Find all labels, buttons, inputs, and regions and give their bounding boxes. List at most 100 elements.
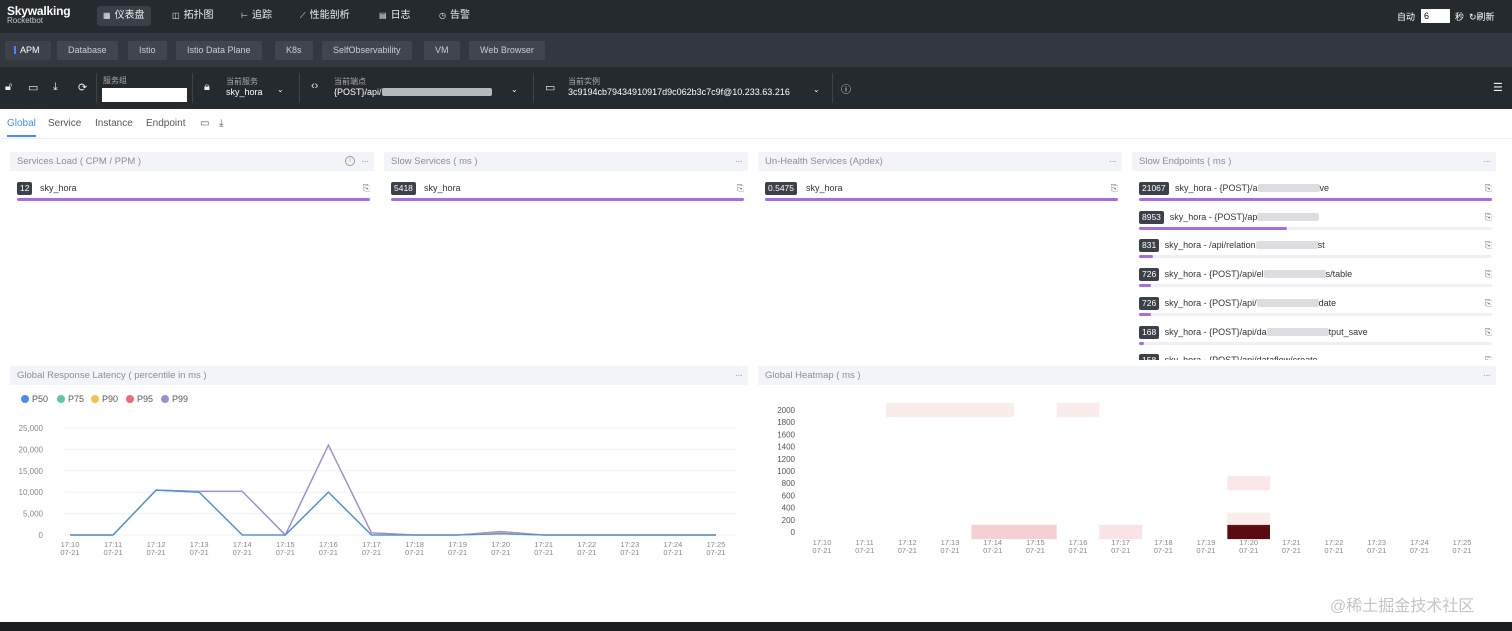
- x-tick-label: 07-21: [1282, 546, 1301, 555]
- log-icon: ▤: [379, 11, 387, 20]
- info-icon[interactable]: ⓘ: [841, 81, 851, 96]
- endpoint-name[interactable]: sky_hora - {POST}/api/el s/table: [1165, 268, 1353, 281]
- more-icon[interactable]: ···: [1483, 366, 1491, 385]
- x-tick-label: 07-21: [706, 548, 725, 557]
- y-tick-label: 600: [782, 491, 796, 500]
- current-instance-value[interactable]: 3c9194cb79434910917d9c062b3c7c9f@10.233.…: [568, 87, 790, 97]
- nav-item-log[interactable]: ▤ 日志: [373, 6, 417, 26]
- endpoint-code-icon: ‹›: [311, 80, 319, 92]
- redacted-mask: [1257, 184, 1320, 192]
- nav-item-topology[interactable]: ◫ 拓扑图: [166, 6, 220, 26]
- refresh-button[interactable]: ↻刷新: [1469, 10, 1495, 23]
- endpoint-row: 726 sky_hora - {POST}/api/el s/table ⎘: [1139, 267, 1492, 289]
- service-group-input[interactable]: [102, 88, 187, 102]
- tab-endpoint[interactable]: Endpoint: [146, 118, 185, 129]
- heatmap-cell: [886, 402, 929, 418]
- x-tick-label: 07-21: [1410, 546, 1429, 555]
- service-name[interactable]: sky_hora: [806, 182, 843, 195]
- y-tick-label: 1000: [777, 467, 795, 476]
- download-icon[interactable]: ⤓: [53, 81, 58, 94]
- tab-instance[interactable]: Instance: [95, 118, 133, 129]
- copy-icon[interactable]: ⎘: [1485, 269, 1492, 280]
- value-badge: 21067: [1139, 182, 1169, 195]
- copy-icon[interactable]: ⎘: [1485, 298, 1492, 309]
- endpoint-row: 831 sky_hora - /api/relation st ⎘: [1139, 238, 1492, 260]
- more-icon[interactable]: ···: [735, 152, 743, 171]
- topology-icon: ◫: [172, 11, 180, 20]
- service-name[interactable]: sky_hora: [424, 182, 461, 195]
- auto-refresh-label: 自动: [1397, 12, 1416, 22]
- y-tick-label: 10,000: [19, 488, 44, 497]
- toggle-panel-icon[interactable]: ☰: [1493, 81, 1503, 94]
- copy-icon[interactable]: ⎘: [1485, 240, 1492, 251]
- redacted-mask: [1266, 327, 1329, 336]
- nav-item-profile[interactable]: ⟋ 性能剖析: [294, 6, 356, 26]
- endpoint-name[interactable]: sky_hora - {POST}/a ve: [1175, 182, 1329, 195]
- bar-fill: [1139, 284, 1152, 288]
- copy-icon[interactable]: ⎘: [1485, 327, 1492, 338]
- current-service-value[interactable]: sky_hora: [226, 87, 263, 97]
- bar-fill: [1139, 226, 1288, 230]
- chevron-down-icon[interactable]: ⌄: [511, 85, 518, 94]
- chevron-down-icon[interactable]: ⌄: [813, 85, 820, 94]
- redacted-mask: [381, 88, 492, 96]
- chevron-down-icon[interactable]: ⌄: [277, 85, 284, 94]
- service-name[interactable]: sky_hora: [40, 182, 77, 195]
- heatmap-cell: [1227, 512, 1270, 527]
- bar-track: [1139, 284, 1492, 288]
- endpoint-name[interactable]: sky_hora - {POST}/api/da tput_save: [1165, 326, 1368, 339]
- copy-icon[interactable]: ⎘: [1485, 212, 1492, 223]
- auto-refresh-interval-input[interactable]: [1421, 9, 1450, 23]
- tab-istio[interactable]: Istio: [128, 41, 167, 60]
- copy-icon[interactable]: ⎘: [363, 183, 370, 194]
- endpoint-name[interactable]: sky_hora - {POST}/ap: [1170, 211, 1320, 224]
- copy-icon[interactable]: ⎘: [1485, 355, 1492, 360]
- tab-vm[interactable]: VM: [424, 41, 460, 60]
- bar-track: [765, 198, 1118, 201]
- series-line-p90: [70, 489, 716, 536]
- endpoint-name[interactable]: sky_hora - /api/relation st: [1165, 239, 1325, 252]
- legend-p90[interactable]: P90: [91, 394, 118, 404]
- endpoint-name[interactable]: sky_hora - {POST}/api/date: [1165, 297, 1337, 310]
- slow-services-panel: Slow Services ( ms ) ··· 5418 sky_hora ⎘: [384, 152, 748, 360]
- copy-icon[interactable]: ⎘: [1485, 183, 1492, 194]
- reload-icon[interactable]: ⟳: [78, 81, 87, 94]
- nav-item-alarm[interactable]: ◷ 告警: [433, 6, 476, 26]
- info-icon[interactable]: i: [345, 156, 355, 166]
- download-icon[interactable]: ⤓: [219, 118, 223, 129]
- folder-icon[interactable]: ▭: [28, 81, 38, 94]
- more-icon[interactable]: ···: [361, 152, 369, 171]
- endpoint-name[interactable]: sky_hora - {POST}/api/dataflow/create: [1165, 354, 1318, 360]
- lock-icon[interactable]: 🔓︎: [5, 81, 12, 94]
- trace-icon: ⊢: [241, 11, 248, 20]
- tab-k8s[interactable]: K8s: [275, 41, 313, 60]
- tab-apm[interactable]: APM: [5, 41, 51, 60]
- more-icon[interactable]: ···: [735, 366, 743, 385]
- legend-p95[interactable]: P95: [126, 394, 153, 404]
- tab-database[interactable]: Database: [57, 41, 118, 60]
- more-icon[interactable]: ···: [1483, 152, 1491, 171]
- bar-track: [1139, 312, 1492, 316]
- legend-dot: [21, 395, 29, 403]
- x-tick-label: 07-21: [1324, 546, 1343, 555]
- copy-icon[interactable]: ⎘: [737, 183, 744, 194]
- folder-icon[interactable]: ▭: [200, 118, 209, 129]
- current-endpoint-value[interactable]: {POST}/api/: [334, 87, 492, 97]
- copy-icon[interactable]: ⎘: [1111, 183, 1118, 194]
- x-tick-label: 07-21: [491, 548, 510, 557]
- legend-p75[interactable]: P75: [57, 394, 84, 404]
- tab-web-browser[interactable]: Web Browser: [469, 41, 545, 60]
- tab-istio-data-plane[interactable]: Istio Data Plane: [176, 41, 262, 60]
- nav-item-trace[interactable]: ⊢ 追踪: [235, 6, 278, 26]
- tab-global[interactable]: Global: [7, 118, 36, 137]
- tab-selfobservability[interactable]: SelfObservability: [322, 41, 412, 60]
- tab-service[interactable]: Service: [48, 118, 81, 129]
- more-icon[interactable]: ···: [1109, 152, 1117, 171]
- x-tick-label: 07-21: [276, 548, 295, 557]
- legend-p99[interactable]: P99: [161, 394, 188, 404]
- lock-service-icon[interactable]: 🔒︎: [204, 81, 210, 94]
- series-line-p50: [70, 489, 716, 536]
- value-badge: 726: [1139, 296, 1160, 310]
- nav-item-dashboard[interactable]: ▦ 仪表盘: [97, 6, 151, 26]
- legend-p50[interactable]: P50: [21, 394, 48, 404]
